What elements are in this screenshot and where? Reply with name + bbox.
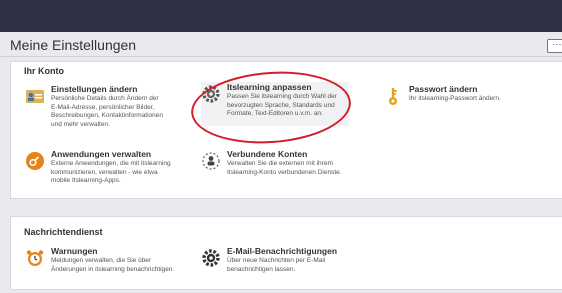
alarm-clock-icon bbox=[25, 248, 45, 268]
settings-item-change-password[interactable]: Passwort ändern Ihr itslearning-Passwort… bbox=[383, 84, 553, 114]
page-title: Meine Einstellungen bbox=[10, 37, 137, 53]
settings-card-icon bbox=[25, 86, 45, 106]
item-description: Verwalten Sie die externen mit ihrem Its… bbox=[227, 160, 342, 176]
apps-icon bbox=[25, 151, 45, 171]
item-title: Einstellungen ändern bbox=[51, 84, 138, 94]
more-options-button[interactable]: ··· bbox=[547, 39, 562, 53]
settings-item-alerts[interactable]: Warnungen Meldungen verwalten, die Sie ü… bbox=[25, 246, 195, 278]
item-title: Verbundene Konten bbox=[227, 149, 308, 159]
top-navigation-bar bbox=[0, 0, 562, 32]
item-description: Ihr itslearning-Passwort ändern. bbox=[409, 95, 501, 102]
item-title: Anwendungen verwalten bbox=[51, 149, 152, 159]
section-title-account: Ihr Konto bbox=[24, 66, 64, 76]
gear-icon bbox=[201, 248, 221, 268]
connected-accounts-icon bbox=[201, 151, 221, 171]
settings-item-change-settings[interactable]: Einstellungen ändern Persönliche Details… bbox=[25, 84, 195, 134]
settings-item-email-notifications[interactable]: E-Mail-Benachrichtigungen Über neue Nach… bbox=[201, 246, 371, 278]
settings-item-connected-accounts[interactable]: Verbundene Konten Verwalten Sie die exte… bbox=[201, 149, 371, 181]
messaging-panel: Nachrichtendienst Warnungen Meldungen ve… bbox=[10, 216, 562, 290]
item-description: Über neue Nachrichten per E-Mail benachr… bbox=[227, 257, 326, 273]
item-description: Persönliche Details durch Ändern der E-M… bbox=[51, 95, 164, 128]
item-title: Passwort ändern bbox=[409, 84, 478, 94]
key-icon bbox=[383, 86, 403, 106]
item-title: Warnungen bbox=[51, 246, 98, 256]
section-title-messaging: Nachrichtendienst bbox=[24, 227, 103, 237]
item-description: Externe Anwendungen, die mit itslearning… bbox=[51, 160, 171, 185]
title-divider bbox=[0, 56, 562, 57]
item-description: Meldungen verwalten, die Sie über Änderu… bbox=[51, 257, 175, 273]
item-title: E-Mail-Benachrichtigungen bbox=[227, 246, 338, 256]
settings-item-manage-apps[interactable]: Anwendungen verwalten Externe Anwendunge… bbox=[25, 149, 195, 189]
